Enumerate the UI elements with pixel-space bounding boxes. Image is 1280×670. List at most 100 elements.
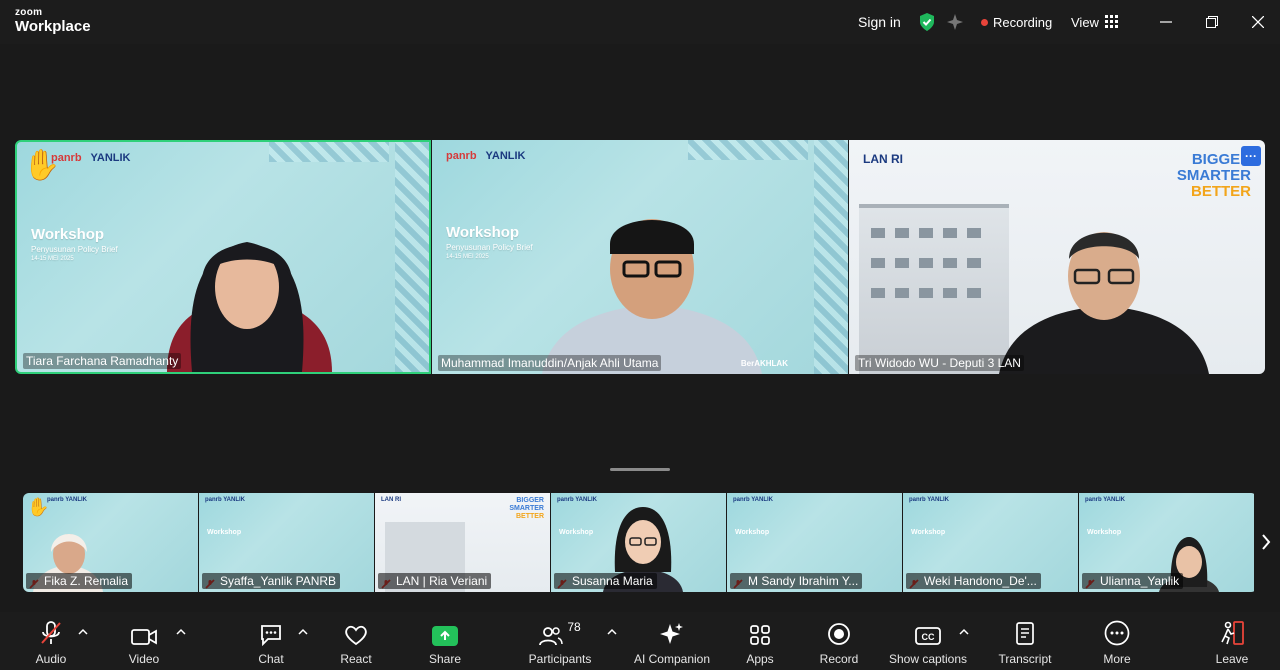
more-button[interactable]: More: [1100, 612, 1134, 670]
participants-icon: 78: [539, 612, 581, 646]
logo-main: Workplace: [15, 18, 91, 35]
video-tile-active-speaker[interactable]: ✋ panrb YANLIK Workshop Penyusunan Polic…: [15, 140, 431, 374]
svg-text:CC: CC: [922, 632, 935, 642]
participant-thumbnail[interactable]: panrb YANLIK Workshop Weki Handono_De'..…: [903, 493, 1079, 592]
record-button[interactable]: Record: [818, 612, 860, 670]
brand-logos: panrb YANLIK: [446, 150, 526, 162]
participant-thumbnail[interactable]: panrb YANLIK Workshop M Sandy Ibrahim Y.…: [727, 493, 903, 592]
workshop-mini-banner: Workshop: [1087, 529, 1122, 536]
audio-button[interactable]: Audio: [30, 612, 72, 670]
ai-sparkle-icon: [660, 612, 684, 646]
chevron-up-icon[interactable]: [606, 626, 618, 638]
chevron-up-icon[interactable]: [958, 626, 970, 638]
chat-label: Chat: [258, 652, 284, 666]
transcript-button[interactable]: Transcript: [995, 612, 1055, 670]
react-button[interactable]: React: [338, 612, 374, 670]
participant-thumbnail[interactable]: panrb YANLIK Workshop Susanna Maria: [551, 493, 727, 592]
more-dots-icon: [1104, 612, 1130, 646]
sparkle-icon[interactable]: [946, 0, 964, 44]
ai-companion-label: AI Companion: [633, 652, 711, 666]
workshop-mini-banner: Workshop: [559, 529, 594, 536]
chevron-right-icon[interactable]: [1258, 530, 1274, 554]
resize-handle[interactable]: [610, 468, 670, 471]
video-tile[interactable]: LAN RI BIGGER SMARTER BETTER ··· Tri Wid…: [849, 140, 1265, 374]
participant-strip: panrb YANLIK ✋ Fika Z. Remalia panrb YAN…: [23, 493, 1257, 592]
workshop-mini-banner: Workshop: [911, 529, 946, 536]
participant-name: Tiara Farchana Ramadhanty: [23, 353, 182, 369]
brand-logo-mini: panrb YANLIK: [557, 497, 598, 503]
participant-name: Ulianna_Yanlik: [1082, 573, 1184, 589]
leave-button[interactable]: Leave: [1214, 612, 1250, 670]
batik-pattern: [814, 140, 848, 374]
title-bar: zoom Workplace Sign in Recording View: [0, 0, 1280, 44]
participant-video: [167, 242, 332, 372]
participant-name: Fika Z. Remalia: [26, 573, 133, 589]
batik-pattern-top: [688, 140, 808, 160]
sign-in-link[interactable]: Sign in: [858, 0, 901, 44]
leave-icon: [1219, 612, 1245, 646]
share-label: Share: [428, 652, 462, 666]
show-captions-label: Show captions: [888, 652, 968, 666]
record-icon: [827, 612, 851, 646]
participant-name: M Sandy Ibrahim Y...: [730, 573, 863, 589]
brand-logo-mini: panrb YANLIK: [205, 497, 246, 503]
participant-name: LAN | Ria Veriani: [378, 573, 492, 589]
video-label: Video: [128, 652, 160, 666]
heart-icon: [344, 612, 368, 646]
recording-label: Recording: [993, 14, 1053, 30]
recording-indicator[interactable]: Recording: [981, 0, 1052, 44]
cc-icon: CC: [915, 612, 941, 646]
more-options-icon[interactable]: ···: [1241, 146, 1261, 166]
workshop-banner: Workshop Penyusunan Policy Brief 14-15 M…: [446, 224, 533, 260]
chat-icon: [259, 612, 283, 646]
shield-icon[interactable]: [918, 0, 936, 44]
transcript-label: Transcript: [998, 652, 1052, 666]
leave-label: Leave: [1215, 652, 1249, 666]
participants-label: Participants: [528, 652, 592, 666]
workshop-mini-banner: Workshop: [735, 529, 770, 536]
video-button[interactable]: Video: [124, 612, 164, 670]
video-tile[interactable]: panrb YANLIK Workshop Penyusunan Policy …: [432, 140, 848, 374]
batik-pattern: [395, 142, 429, 372]
recording-dot-icon: [981, 18, 988, 26]
chevron-up-icon[interactable]: [77, 626, 89, 638]
participants-count: 78: [567, 620, 581, 634]
brand-logo-mini: panrb YANLIK: [47, 497, 88, 503]
more-label: More: [1103, 652, 1131, 666]
brand-logos: panrb YANLIK: [51, 152, 131, 164]
view-label: View: [1071, 14, 1099, 30]
transcript-icon: [1014, 612, 1036, 646]
apps-label: Apps: [746, 652, 774, 666]
chevron-up-icon[interactable]: [297, 626, 309, 638]
record-label: Record: [819, 652, 859, 666]
participant-thumbnail[interactable]: panrb YANLIK Workshop Syaffa_Yanlik PANR…: [199, 493, 375, 592]
participant-video: [999, 232, 1209, 374]
workshop-banner: Workshop Penyusunan Policy Brief 14-15 M…: [31, 226, 118, 262]
share-button[interactable]: Share: [428, 612, 462, 670]
lan-logo-mini: LAN RI: [381, 497, 401, 503]
logo-small: zoom: [15, 7, 43, 18]
minimize-icon[interactable]: [1156, 12, 1176, 32]
restore-icon[interactable]: [1202, 12, 1222, 32]
close-icon[interactable]: [1248, 12, 1268, 32]
building-background: [859, 204, 1009, 374]
view-button[interactable]: View: [1071, 0, 1119, 44]
participant-name: Muhammad Imanuddin/Anjak Ahli Utama: [438, 355, 662, 371]
apps-button[interactable]: Apps: [744, 612, 776, 670]
ai-companion-button[interactable]: AI Companion: [632, 612, 712, 670]
show-captions-button[interactable]: CC Show captions: [886, 612, 970, 670]
participant-thumbnail[interactable]: LAN RI BIGGER SMARTER BETTER LAN | Ria Ver…: [375, 493, 551, 592]
participant-name: Syaffa_Yanlik PANRB: [202, 573, 341, 589]
chat-button[interactable]: Chat: [255, 612, 287, 670]
chevron-up-icon[interactable]: [175, 626, 187, 638]
tile-footer-logo: BerAKHLAK: [740, 359, 788, 368]
workshop-mini-banner: Workshop: [207, 529, 242, 536]
grid-icon: [1104, 15, 1118, 28]
meeting-toolbar: Audio Video Chat React Share 78 Particip…: [0, 612, 1280, 670]
participant-video: [542, 219, 762, 374]
participants-button[interactable]: 78 Participants: [525, 612, 595, 670]
participant-thumbnail[interactable]: panrb YANLIK Workshop Ulianna_Yanlik: [1079, 493, 1255, 592]
muted-mic-icon: [39, 612, 63, 646]
tagline-mini: BIGGER SMARTER BETTER: [509, 497, 544, 520]
participant-thumbnail[interactable]: panrb YANLIK ✋ Fika Z. Remalia: [23, 493, 199, 592]
